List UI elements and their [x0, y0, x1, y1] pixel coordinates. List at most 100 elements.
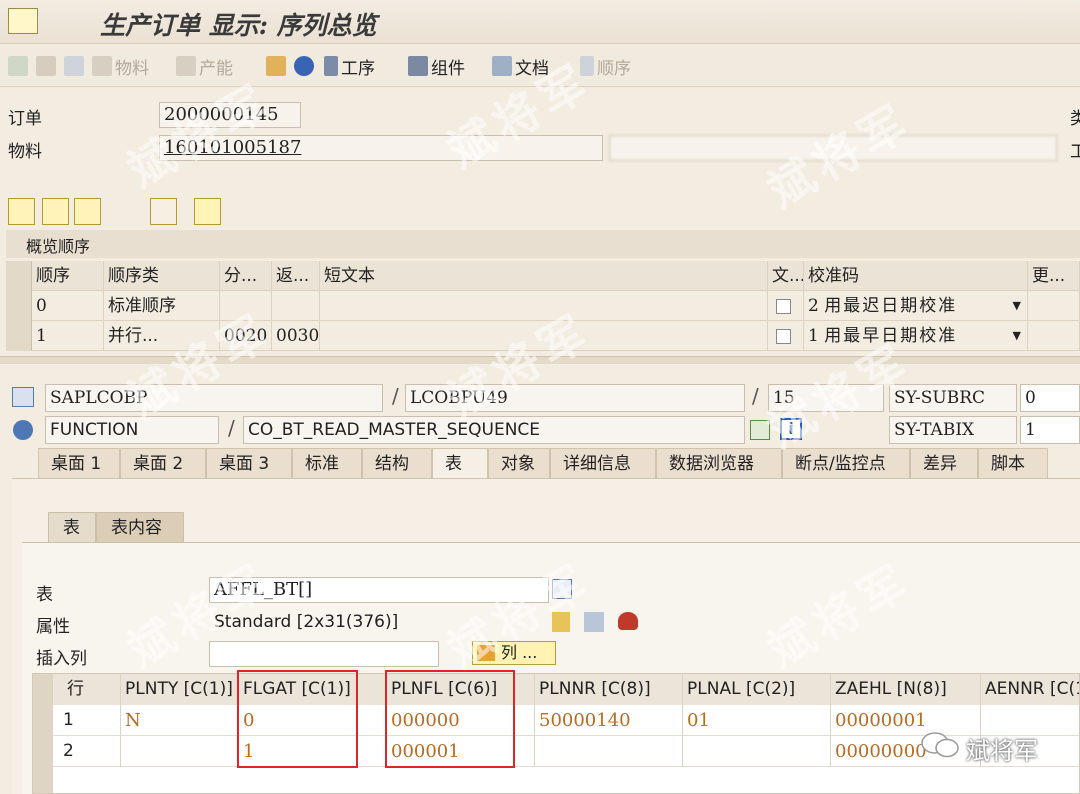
- operations-button[interactable]: 工序: [324, 54, 375, 79]
- cell-text: [320, 321, 768, 351]
- flag-icon-button[interactable]: [8, 54, 28, 78]
- app-icon: [8, 8, 38, 34]
- col-header-text[interactable]: 短文本: [320, 261, 768, 291]
- material-field[interactable]: 160101005187: [159, 135, 603, 161]
- subtab-table[interactable]: 表: [48, 512, 96, 542]
- columns-button[interactable]: 列 ...: [472, 641, 556, 665]
- tab-structure[interactable]: 结构: [362, 448, 432, 478]
- capacity-icon: [176, 56, 196, 76]
- capacity-button[interactable]: 产能: [176, 54, 233, 79]
- tab-table[interactable]: 表: [432, 448, 488, 478]
- select-all-button[interactable]: [8, 198, 35, 225]
- row-selector[interactable]: [33, 705, 53, 736]
- tab-details[interactable]: 详细信息: [550, 448, 656, 478]
- col-header-row[interactable]: 行: [53, 674, 121, 705]
- key-icon[interactable]: [552, 612, 570, 632]
- right-label-plant: 工: [1070, 142, 1080, 162]
- calib-dropdown[interactable]: 1 用最早日期校准 ▼: [804, 321, 1028, 351]
- cell-return: 0030: [272, 321, 320, 351]
- kind-field[interactable]: FUNCTION: [45, 416, 219, 444]
- tree-icon[interactable]: [584, 612, 604, 632]
- table-icon[interactable]: [552, 579, 572, 599]
- cell-row: 1: [53, 705, 121, 736]
- material-button[interactable]: 物料: [92, 54, 149, 79]
- function-name-field[interactable]: CO_BT_READ_MASTER_SEQUENCE: [243, 416, 745, 444]
- tabix-value[interactable]: 1: [1020, 416, 1080, 444]
- tab-objects[interactable]: 对象: [488, 448, 550, 478]
- navigate-icon[interactable]: [750, 420, 770, 440]
- row-selector-header[interactable]: [33, 674, 53, 705]
- cell-seq: 0: [32, 291, 104, 321]
- order-field[interactable]: 2000000145: [159, 102, 301, 128]
- col-header-doc[interactable]: 文...: [768, 261, 804, 291]
- delete-row-button[interactable]: [150, 198, 177, 225]
- col-header-branch[interactable]: 分...: [220, 261, 272, 291]
- col-header-zaehl[interactable]: ZAEHL [N(8)]: [831, 674, 981, 705]
- col-header-aennr[interactable]: AENNR [C(1: [981, 674, 1079, 705]
- calib-dropdown[interactable]: 2 用最迟日期校准 ▼: [804, 291, 1028, 321]
- hierarchy-button[interactable]: [266, 54, 286, 78]
- resource-button[interactable]: [294, 54, 314, 78]
- table-name-field[interactable]: AFFL_BT[]: [209, 577, 549, 603]
- separator-slash: /: [228, 416, 235, 440]
- cell-seq: 1: [32, 321, 104, 351]
- tab-diff[interactable]: 差异: [910, 448, 978, 478]
- col-header-return[interactable]: 返...: [272, 261, 320, 291]
- doc-checkbox[interactable]: [768, 291, 804, 321]
- program-field[interactable]: SAPLCOBP: [45, 384, 383, 412]
- col-header-calib[interactable]: 校准码: [804, 261, 1028, 291]
- calib-code: 1: [808, 326, 819, 346]
- tab-breakpoints[interactable]: 断点/监控点: [782, 448, 910, 478]
- material-label: 物料: [8, 142, 42, 162]
- subrc-label: SY-SUBRC: [889, 384, 1017, 412]
- col-header-plnal[interactable]: PLNAL [C(2)]: [683, 674, 831, 705]
- doc-checkbox[interactable]: [768, 321, 804, 351]
- calendar-button[interactable]: [36, 54, 56, 78]
- tab-desktop-3[interactable]: 桌面 3: [206, 448, 292, 478]
- cell-plnty: [121, 736, 239, 767]
- table-label: 表: [36, 585, 53, 605]
- separator-slash: /: [392, 384, 399, 408]
- material-button-label: 物料: [115, 58, 149, 79]
- line-field[interactable]: 15: [768, 384, 884, 412]
- components-button[interactable]: 组件: [408, 54, 465, 79]
- col-header-seq[interactable]: 顺序: [32, 261, 104, 291]
- highlight-box-flgat: [237, 670, 358, 768]
- cell-text: [320, 291, 768, 321]
- deselect-all-button[interactable]: [74, 198, 101, 225]
- info-icon[interactable]: i: [780, 418, 802, 440]
- tab-desktop-1[interactable]: 桌面 1: [38, 448, 120, 478]
- cell-plnal: 01: [683, 705, 831, 736]
- col-header-type[interactable]: 顺序类: [104, 261, 220, 291]
- row-selector[interactable]: [33, 767, 53, 793]
- window-title: 生产订单 显示: 序列总览: [100, 11, 377, 40]
- subrc-value[interactable]: 0: [1020, 384, 1080, 412]
- insert-column-field[interactable]: [209, 641, 439, 667]
- grid-header-row: 行 PLNTY [C(1)] FLGAT [C(1)] PLNFL [C(6)]…: [33, 674, 1079, 705]
- row-selector[interactable]: [33, 736, 53, 767]
- overview-title: 概览顺序: [6, 230, 1080, 258]
- tab-script[interactable]: 脚本: [978, 448, 1048, 478]
- edit-button[interactable]: [194, 198, 221, 225]
- sequences-button[interactable]: 顺序: [580, 54, 631, 79]
- row-selector[interactable]: [6, 291, 32, 321]
- documents-button[interactable]: 文档: [492, 54, 549, 79]
- trash-icon[interactable]: [618, 612, 638, 630]
- subtab-table-content[interactable]: 表内容: [96, 512, 184, 542]
- col-header-plnnr[interactable]: PLNNR [C(8)]: [535, 674, 683, 705]
- overview-header-row: 顺序 顺序类 分... 返... 短文本 文... 校准码 更...: [6, 261, 1080, 291]
- select-block-button[interactable]: [42, 198, 69, 225]
- col-header-more[interactable]: 更...: [1028, 261, 1080, 291]
- col-header-plnty[interactable]: PLNTY [C(1)]: [121, 674, 239, 705]
- tab-data-browser[interactable]: 数据浏览器: [656, 448, 782, 478]
- row-selector-header[interactable]: [6, 261, 32, 291]
- components-icon: [408, 56, 428, 76]
- tab-desktop-2[interactable]: 桌面 2: [120, 448, 206, 478]
- tab-standard[interactable]: 标准: [292, 448, 362, 478]
- calculator-button[interactable]: [64, 54, 84, 78]
- row-selector[interactable]: [6, 321, 32, 351]
- application-toolbar: 物料 产能 工序 组件 文档 顺序: [0, 45, 1080, 87]
- wechat-icon: [920, 730, 960, 760]
- cell-plnnr: [535, 736, 683, 767]
- include-field[interactable]: LCOBPU49: [405, 384, 745, 412]
